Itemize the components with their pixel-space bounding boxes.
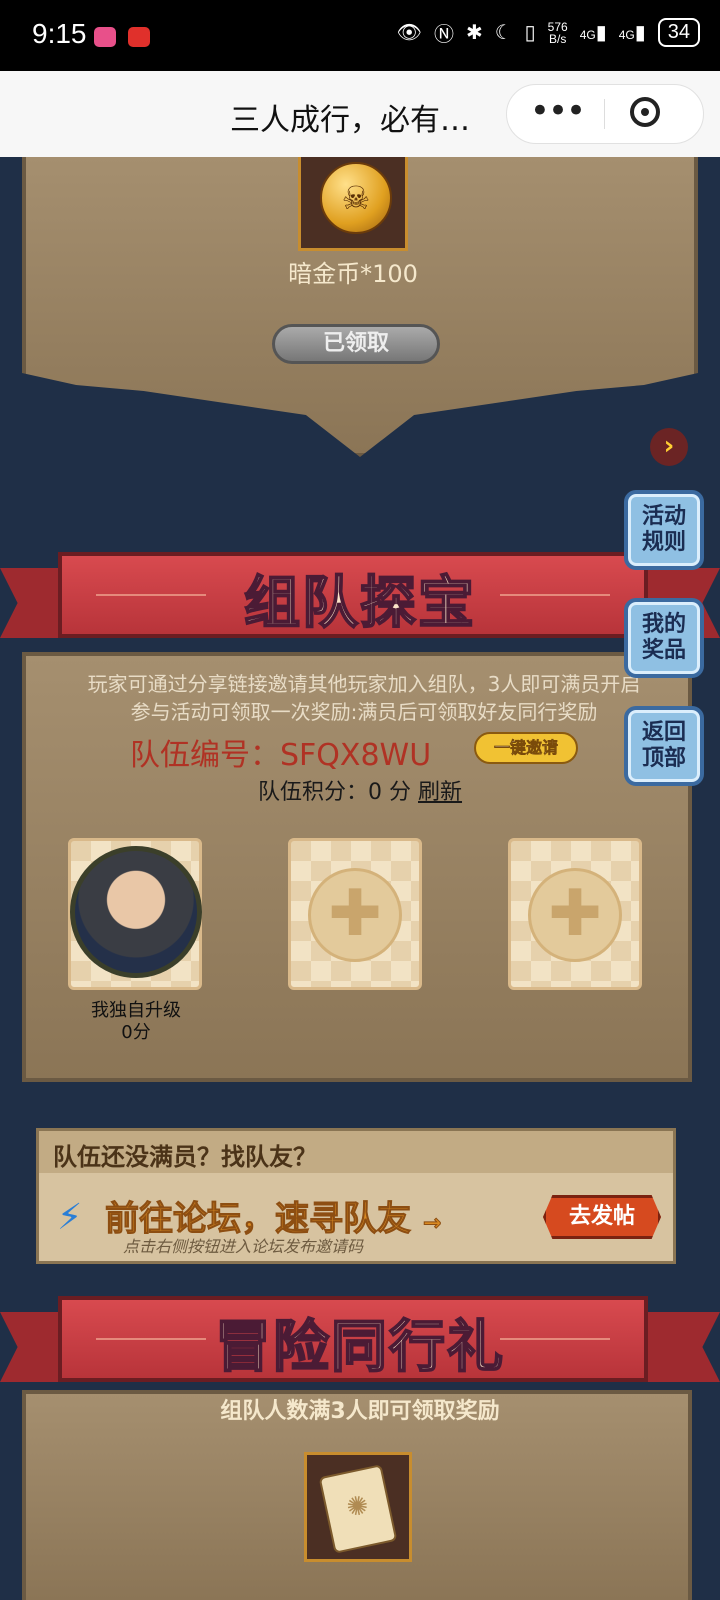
adventure-ribbon: 冒险同行礼	[0, 1294, 720, 1386]
bluetooth-icon: ✱	[465, 22, 483, 44]
signal-a-icon: 4G▮	[579, 22, 607, 44]
forum-hint: 点击右侧按钮进入论坛发布邀请码	[123, 1237, 364, 1256]
bilibili-app-icon	[94, 27, 116, 47]
back-to-top-label-1: 返回	[641, 720, 686, 745]
member-score: 0分	[121, 1022, 151, 1043]
my-prizes-label-2: 奖品	[641, 638, 686, 663]
huawei-app-icon	[128, 27, 150, 47]
signal-a-label: 4G	[579, 28, 596, 42]
back-to-top-label-2: 顶部	[641, 746, 686, 771]
lightning-icon: ⚡	[57, 1197, 83, 1238]
activity-rules-label-2: 规则	[641, 530, 686, 555]
capsule-divider	[604, 99, 605, 129]
team-id-label: 队伍编号：	[130, 738, 280, 773]
team-description-line-2: 参与活动可领取一次奖励:满员后可领取好友同行奖励	[130, 700, 598, 724]
team-score-value: 0	[367, 780, 382, 805]
team-section-title: 组队探宝	[243, 570, 476, 637]
moon-icon: ☾	[494, 22, 513, 44]
status-bar: 9:15 👁 Ⓝ ✱ ☾ ▯ 576 B/s 4G▮ 4G▮ 34	[0, 0, 720, 71]
next-arrow-icon[interactable]: ›	[650, 428, 688, 466]
activity-rules-label-1: 活动	[641, 504, 686, 529]
team-score-unit: 分	[388, 780, 411, 805]
member-avatar	[70, 846, 202, 978]
team-ribbon: 组队探宝	[0, 550, 720, 642]
close-mini-program-button[interactable]	[630, 97, 660, 127]
signal-b-label: 4G	[618, 28, 635, 42]
go-post-button[interactable]: 去发帖	[543, 1195, 661, 1239]
activity-rules-button[interactable]: 活动 规则	[624, 490, 704, 570]
reward-item-name: 暗金币*100	[288, 260, 418, 288]
add-member-icon[interactable]: ✚	[528, 868, 622, 962]
forum-header-text: 队伍还没满员？找队友？	[53, 1143, 317, 1171]
forum-banner: 队伍还没满员？找队友？ ⚡ 前往论坛，速寻队友 → 点击右侧按钮进入论坛发布邀请…	[36, 1128, 676, 1264]
my-prizes-button[interactable]: 我的 奖品	[624, 598, 704, 678]
forum-banner-header: 队伍还没满员？找队友？	[39, 1131, 673, 1173]
more-options-button[interactable]: •••	[529, 91, 586, 131]
battery-indicator: 34	[657, 18, 700, 47]
nfc-icon: Ⓝ	[433, 24, 454, 46]
team-description-line-1: 玩家可通过分享链接邀请其他玩家加入组队，3人即可满员开启	[87, 672, 641, 696]
mini-program-title-bar: 三人成行，必有… •••	[0, 71, 720, 157]
page-title: 三人成行，必有…	[230, 103, 470, 138]
team-id-value: SFQX8WU	[280, 738, 432, 773]
net-speed-unit: B/s	[549, 31, 567, 46]
refresh-link[interactable]: 刷新	[418, 780, 462, 805]
one-click-invite-button[interactable]: 一键邀请	[474, 732, 578, 764]
add-member-icon[interactable]: ✚	[308, 868, 402, 962]
net-speed: 576 B/s	[548, 21, 568, 45]
team-score-label: 队伍积分：	[257, 780, 368, 805]
team-id-row: 队伍编号：SFQX8WU	[130, 730, 431, 774]
forum-headline-arrow-icon: →	[422, 1211, 442, 1237]
back-to-top-button[interactable]: 返回 顶部	[624, 706, 704, 786]
status-time: 9:15	[32, 18, 87, 49]
signal-b-icon: 4G▮	[618, 22, 646, 44]
claimed-button[interactable]: 已领取	[272, 324, 440, 364]
adventure-section-title: 冒险同行礼	[214, 1314, 505, 1381]
eye-icon: 👁	[396, 22, 422, 44]
adventure-subtitle: 组队人数满3人即可领取奖励	[220, 1399, 500, 1424]
team-score-row: 队伍积分：0 分 刷新	[0, 774, 720, 806]
my-prizes-label-1: 我的	[641, 612, 686, 637]
capsule-menu: •••	[506, 84, 704, 144]
dark-gold-coin-icon: ☠	[320, 162, 392, 234]
status-icons: 👁 Ⓝ ✱ ☾ ▯ 576 B/s 4G▮ 4G▮ 34	[397, 18, 700, 47]
vibrate-icon: ▯	[524, 22, 536, 44]
